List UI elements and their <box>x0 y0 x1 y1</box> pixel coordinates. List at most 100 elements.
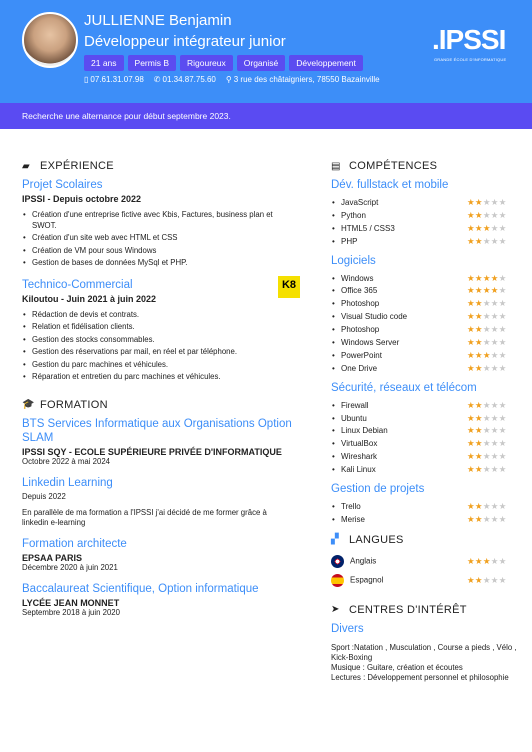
star-empty-icon: ★ <box>498 311 507 322</box>
language-label: Espagnol <box>331 573 384 587</box>
star-empty-icon: ★ <box>490 349 499 360</box>
star-filled-icon: ★ <box>474 311 483 322</box>
list-item: Gestion de bases de données MySql et PHP… <box>22 258 292 269</box>
star-empty-icon: ★ <box>498 349 507 360</box>
rating-stars: ★★★★★ <box>467 464 521 475</box>
star-empty-icon: ★ <box>498 336 507 347</box>
star-empty-icon: ★ <box>490 235 499 246</box>
star-filled-icon: ★ <box>467 412 475 423</box>
star-empty-icon: ★ <box>498 412 507 423</box>
star-filled-icon: ★ <box>474 555 483 566</box>
language-row: Espagnol ★★★★★ <box>331 571 521 590</box>
skills-heading: ▤ COMPÉTENCES <box>331 160 438 172</box>
address: 3 rue des châtaigniers, 78550 Bazainvill… <box>233 75 380 84</box>
star-filled-icon: ★ <box>474 513 483 524</box>
star-empty-icon: ★ <box>490 412 499 423</box>
rating-stars: ★★★★★ <box>467 425 521 436</box>
star-empty-icon: ★ <box>490 362 499 373</box>
star-empty-icon: ★ <box>482 513 491 524</box>
star-empty-icon: ★ <box>490 209 499 220</box>
skill-row: PHP★★★★★ <box>331 235 521 248</box>
candidate-name: JULLIENNE Benjamin <box>84 12 232 29</box>
formation-title: Formation architecte <box>22 537 127 550</box>
star-empty-icon: ★ <box>498 399 507 410</box>
star-filled-icon: ★ <box>474 285 483 296</box>
star-empty-icon: ★ <box>482 362 491 373</box>
right-column: ▤COMPÉTENCES Dév. fullstack et mobile Jav… <box>331 160 521 683</box>
skill-name: Windows <box>331 274 373 283</box>
star-filled-icon: ★ <box>467 451 475 462</box>
star-filled-icon: ★ <box>474 298 483 309</box>
star-empty-icon: ★ <box>482 196 491 207</box>
badge: 21 ans <box>84 55 124 71</box>
star-empty-icon: ★ <box>498 555 507 566</box>
star-empty-icon: ★ <box>498 425 507 436</box>
star-empty-icon: ★ <box>490 324 499 335</box>
phone-icon: ✆ <box>153 75 161 84</box>
skill-group-title: Sécurité, réseaux et télécom <box>331 381 477 394</box>
interest-music: Musique : Guitare, création et écoutes <box>331 662 463 672</box>
address-contact: ⚲ 3 rue des châtaigniers, 78550 Bazainvil… <box>226 75 380 84</box>
star-empty-icon: ★ <box>490 451 499 462</box>
star-filled-icon: ★ <box>490 272 499 283</box>
rating-stars: ★★★★★ <box>467 223 521 234</box>
star-empty-icon: ★ <box>498 362 507 373</box>
star-empty-icon: ★ <box>498 209 507 220</box>
languages-list: Anglais ★★★★★ Espagnol ★★★★★ <box>331 552 521 590</box>
job-tasks: Rédaction de devis et contrats. Relation… <box>22 310 292 383</box>
star-empty-icon: ★ <box>490 438 499 449</box>
rating-stars: ★★★★★ <box>467 324 521 335</box>
skill-name: Merise <box>331 515 365 524</box>
language-name: Espagnol <box>350 575 384 585</box>
badge: Rigoureux <box>180 55 233 71</box>
interests-subtitle: Divers <box>331 622 364 635</box>
objective-banner: Recherche une alternance pour début sept… <box>0 103 532 129</box>
star-filled-icon: ★ <box>467 349 475 360</box>
language-row: Anglais ★★★★★ <box>331 552 521 571</box>
star-empty-icon: ★ <box>498 574 507 585</box>
star-filled-icon: ★ <box>474 272 483 283</box>
kiloutou-logo: K8 <box>278 275 300 298</box>
star-filled-icon: ★ <box>482 272 491 283</box>
skills-list: Dév. fullstack et mobileJavaScript★★★★★P… <box>331 178 521 526</box>
mobile-contact: ▯ 07.61.31.07.98 <box>84 75 144 84</box>
skill-row: PowerPoint★★★★★ <box>331 349 521 362</box>
job-org: Kiloutou - Juin 2021 à juin 2022 <box>22 293 157 304</box>
skill-name: One Drive <box>331 364 377 373</box>
star-filled-icon: ★ <box>474 425 483 436</box>
job-role: Technico-Commercial <box>22 278 133 291</box>
star-empty-icon: ★ <box>490 464 499 475</box>
rating-stars: ★★★★★ <box>467 298 521 309</box>
rating-stars: ★★★★★ <box>467 556 521 567</box>
skill-name: Kali Linux <box>331 465 376 474</box>
star-filled-icon: ★ <box>467 285 475 296</box>
star-filled-icon: ★ <box>467 222 475 233</box>
skill-name: Photoshop <box>331 299 379 308</box>
rating-stars: ★★★★★ <box>467 350 521 361</box>
interest-sport: Sport :Natation , Musculation , Course a… <box>331 642 517 662</box>
star-filled-icon: ★ <box>467 555 475 566</box>
rating-stars: ★★★★★ <box>467 285 521 296</box>
graduation-cap-icon: 🎓 <box>22 399 35 410</box>
star-filled-icon: ★ <box>474 500 483 511</box>
skill-row: Trello★★★★★ <box>331 500 521 513</box>
star-filled-icon: ★ <box>467 574 475 585</box>
list-item: Gestion des réservations par mail, en ré… <box>22 347 292 358</box>
list-item: Création d'une entreprise fictive avec K… <box>22 210 292 231</box>
star-empty-icon: ★ <box>482 464 491 475</box>
rating-stars: ★★★★★ <box>467 363 521 374</box>
star-filled-icon: ★ <box>474 574 483 585</box>
star-empty-icon: ★ <box>498 298 507 309</box>
briefcase-icon: ▰ <box>22 160 30 172</box>
job-org: IPSSI - Depuis octobre 2022 <box>22 194 142 204</box>
formation-title: Linkedin Learning <box>22 476 113 489</box>
job-block: K8 Technico-Commercial Kiloutou - Juin 2… <box>22 275 300 383</box>
list-item: Création d'un site web avec HTML et CSS <box>22 233 292 244</box>
star-empty-icon: ★ <box>498 464 507 475</box>
star-filled-icon: ★ <box>482 555 491 566</box>
star-filled-icon: ★ <box>467 513 475 524</box>
rating-stars: ★★★★★ <box>467 197 521 208</box>
formation-date: Septembre 2018 à juin 2020 <box>22 607 120 617</box>
skill-name: Office 365 <box>331 286 377 295</box>
star-filled-icon: ★ <box>474 222 483 233</box>
